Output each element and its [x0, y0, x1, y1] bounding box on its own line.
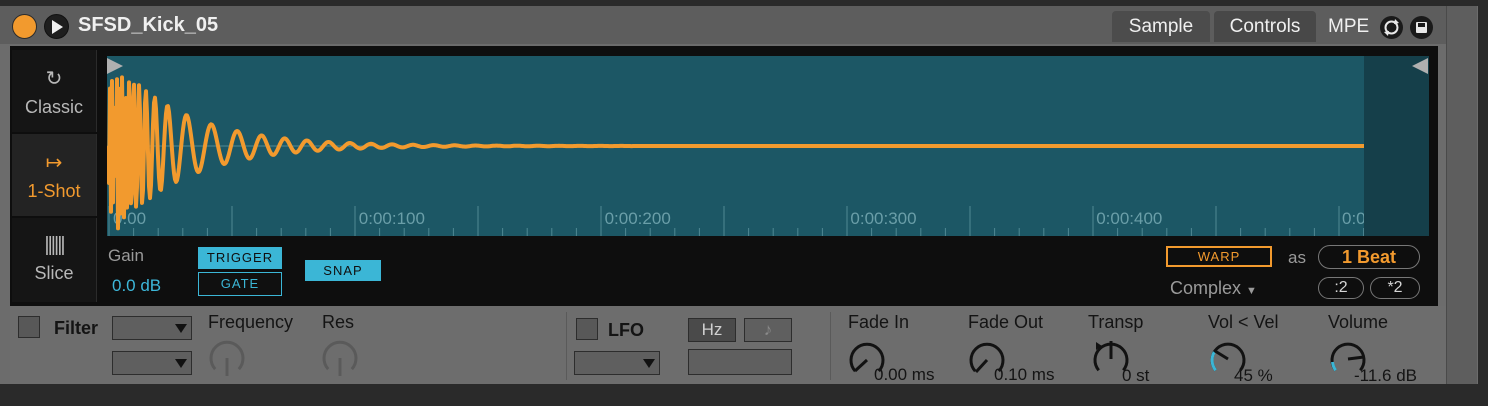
- play-icon: [52, 20, 63, 34]
- mpe-label: MPE: [1328, 16, 1370, 37]
- filter-label: Filter: [54, 318, 99, 338]
- tab-sample[interactable]: Sample: [1112, 11, 1210, 42]
- end-region-shade: [1364, 56, 1429, 236]
- tab-controls[interactable]: Controls: [1214, 11, 1316, 42]
- section-divider: [830, 312, 831, 380]
- transp-label: Transp: [1088, 312, 1144, 332]
- mode-slice-label: Slice: [34, 263, 74, 283]
- loop-icon: ↻: [45, 68, 63, 90]
- end-marker-icon[interactable]: [1410, 56, 1430, 80]
- time-marker-label: 0:00:100: [359, 209, 425, 228]
- filter-circuit-dropdown[interactable]: [112, 351, 192, 375]
- half-speed-button[interactable]: :2: [1318, 277, 1364, 299]
- fade-out-value: 0.10 ms: [994, 365, 1055, 384]
- chevron-down-icon: [175, 324, 187, 333]
- save-icon: [1416, 22, 1427, 33]
- chevron-down-icon: [643, 359, 655, 368]
- lfo-hz-button[interactable]: Hz: [688, 318, 736, 342]
- as-label: as: [1288, 248, 1306, 267]
- gate-button[interactable]: GATE: [198, 272, 282, 296]
- res-label: Res: [322, 312, 355, 332]
- lfo-enable-checkbox[interactable]: [576, 318, 598, 340]
- gain-label: Gain: [108, 246, 144, 265]
- time-marker-label: 0:00:300: [850, 209, 916, 228]
- mpe-toggle-button[interactable]: [1380, 16, 1403, 39]
- mode-one-shot-button[interactable]: ↦ 1-Shot: [12, 134, 97, 216]
- gain-value[interactable]: 0.0 dB: [112, 276, 161, 296]
- warp-beat-field[interactable]: 1 Beat: [1318, 245, 1420, 269]
- section-divider: [566, 312, 567, 380]
- mode-classic-button[interactable]: ↻ Classic: [12, 50, 97, 132]
- lfo-label: LFO: [608, 320, 644, 340]
- mode-one-shot-label: 1-Shot: [27, 181, 81, 201]
- fade-out-label: Fade Out: [968, 312, 1044, 332]
- filter-enable-checkbox[interactable]: [18, 316, 40, 338]
- transp-value: 0 st: [1122, 366, 1150, 385]
- trigger-button[interactable]: TRIGGER: [198, 247, 282, 269]
- lfo-waveform-dropdown[interactable]: [574, 351, 660, 375]
- device-title: SFSD_Kick_05: [78, 14, 219, 36]
- cycle-icon: [1384, 19, 1399, 36]
- chevron-down-icon: [175, 359, 187, 368]
- vol-vel-label: Vol < Vel: [1208, 312, 1279, 332]
- warp-mode-dropdown[interactable]: Complex ▼: [1170, 278, 1257, 299]
- double-speed-button[interactable]: *2: [1370, 277, 1420, 299]
- fade-in-value: 0.00 ms: [874, 365, 935, 384]
- warp-button[interactable]: WARP: [1166, 246, 1272, 267]
- frequency-label: Frequency: [208, 312, 294, 332]
- filter-type-dropdown[interactable]: [112, 316, 192, 340]
- vol-vel-value: 45 %: [1234, 366, 1273, 385]
- mode-classic-label: Classic: [24, 97, 83, 117]
- save-preset-button[interactable]: [1410, 16, 1433, 39]
- fade-in-label: Fade In: [848, 312, 910, 332]
- volume-value: -11.6 dB: [1354, 366, 1418, 385]
- lfo-sync-button[interactable]: ♪: [744, 318, 792, 342]
- device-power-button[interactable]: [12, 14, 37, 39]
- volume-label: Volume: [1328, 312, 1389, 332]
- one-shot-icon: ↦: [45, 152, 63, 174]
- waveform-svg: 0:000:00:1000:00:2000:00:3000:00:4000:00…: [107, 75, 1429, 236]
- snap-button[interactable]: SNAP: [305, 260, 381, 281]
- time-marker-label: 0:00:200: [605, 209, 671, 228]
- lfo-rate-field[interactable]: [688, 349, 792, 375]
- playback-mode-selector: ↻ Classic ↦ 1-Shot |||||| Slice: [12, 50, 97, 302]
- waveform-trace: [107, 75, 1409, 231]
- time-marker-label: 0:00:400: [1096, 209, 1162, 228]
- frequency-knob[interactable]: [207, 338, 247, 378]
- device-scroll-strip[interactable]: [1446, 6, 1477, 384]
- waveform-display[interactable]: 0:000:00:1000:00:2000:00:3000:00:4000:00…: [107, 56, 1429, 236]
- preview-play-button[interactable]: [44, 14, 69, 39]
- mode-slice-button[interactable]: |||||| Slice: [12, 218, 97, 302]
- res-knob[interactable]: [320, 338, 360, 378]
- start-marker-icon[interactable]: [105, 56, 125, 80]
- slice-icon: ||||||: [44, 234, 65, 256]
- warp-mode-value: Complex: [1170, 278, 1242, 298]
- chevron-down-icon: ▼: [1246, 285, 1257, 297]
